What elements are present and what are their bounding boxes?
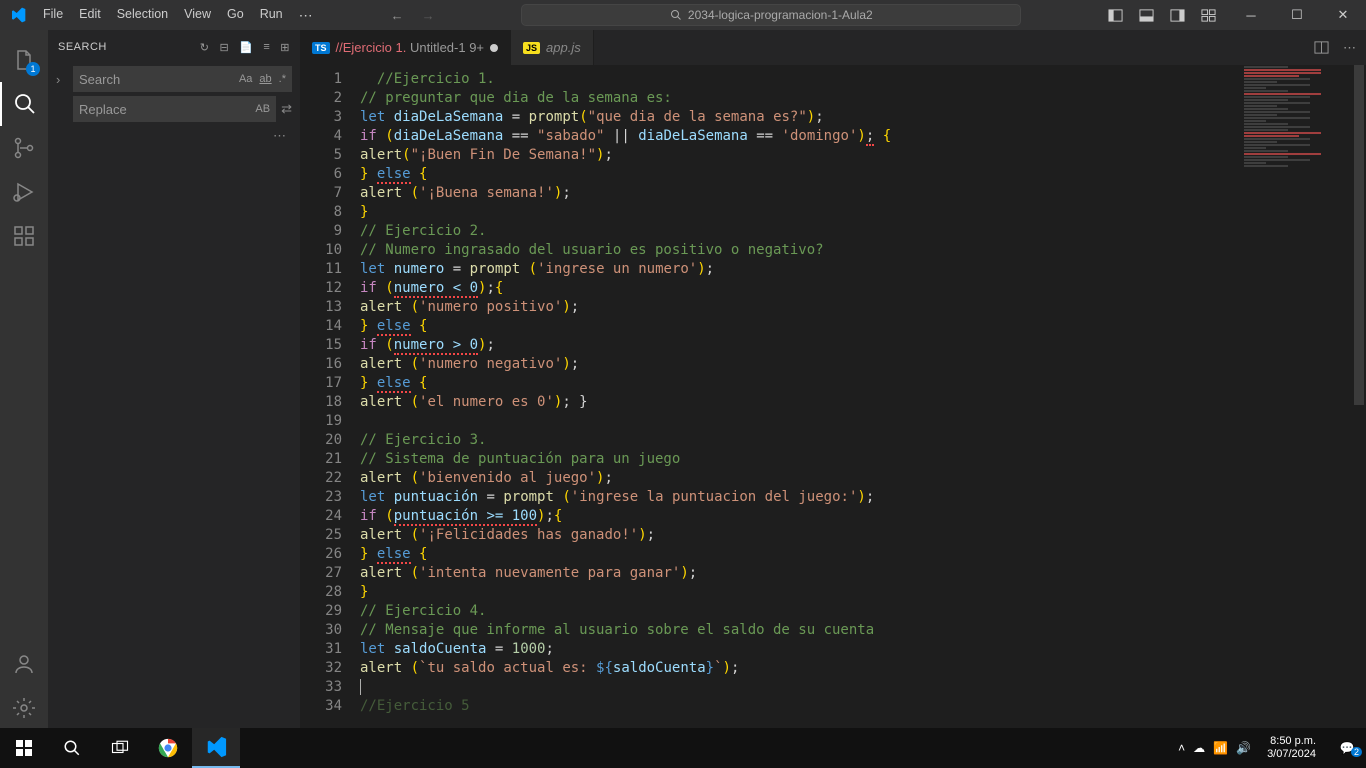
nav-forward-icon[interactable]: → [422, 8, 435, 23]
search-input[interactable]: Search Aa ab .* [73, 66, 292, 92]
close-button[interactable]: ✕ [1320, 0, 1366, 30]
start-button[interactable] [0, 728, 48, 768]
tab-label: app.js [546, 40, 581, 55]
nav-arrows: ← → [391, 8, 435, 23]
accounts-icon[interactable] [0, 642, 48, 686]
command-center-search[interactable]: 2034-logica-programacion-1-Aula2 [521, 4, 1021, 26]
titlebar: File Edit Selection View Go Run ⋯ ← → 20… [0, 0, 1366, 30]
search-activity-icon[interactable] [0, 82, 48, 126]
system-clock[interactable]: 8:50 p.m. 3/07/2024 [1259, 735, 1324, 761]
toggle-replace-icon[interactable]: › [56, 72, 68, 87]
source-control-icon[interactable] [0, 126, 48, 170]
menu-view[interactable]: View [176, 7, 219, 24]
run-debug-icon[interactable] [0, 170, 48, 214]
menu-bar: File Edit Selection View Go Run ⋯ [35, 7, 321, 24]
toggle-panel-right-icon[interactable] [1170, 8, 1185, 23]
match-word-icon[interactable]: ab [259, 73, 271, 85]
tab-label: //Ejercicio 1. Untitled-1 9+ [336, 40, 485, 55]
javascript-icon: JS [523, 42, 540, 54]
menu-go[interactable]: Go [219, 7, 252, 24]
maximize-button[interactable]: ☐ [1274, 0, 1320, 30]
onedrive-icon[interactable]: ☁ [1193, 741, 1205, 755]
replace-placeholder: Replace [79, 102, 127, 117]
regex-icon[interactable]: .* [279, 73, 286, 85]
taskbar-search-icon[interactable] [48, 728, 96, 768]
task-view-icon[interactable] [96, 728, 144, 768]
customize-layout-icon[interactable] [1201, 8, 1216, 23]
line-numbers: 1234567891011121314151617181920212223242… [300, 65, 360, 730]
minimize-button[interactable]: ─ [1228, 0, 1274, 30]
typescript-icon: TS [312, 42, 330, 54]
wifi-icon[interactable]: 📶 [1213, 741, 1228, 755]
search-icon [670, 9, 682, 21]
match-case-icon[interactable]: Aa [239, 73, 252, 85]
editor-more-icon[interactable]: ⋯ [1343, 40, 1356, 56]
search-placeholder: Search [79, 72, 120, 87]
modified-dot-icon [490, 44, 498, 52]
replace-all-icon[interactable]: ⇄ [281, 101, 292, 117]
vscode-logo-icon [0, 7, 35, 23]
more-options-icon[interactable]: ⋯ [48, 124, 300, 148]
refresh-icon[interactable]: ↻ [200, 41, 210, 54]
tray-expand-icon[interactable]: ˄ [1178, 741, 1185, 755]
minimap[interactable] [1242, 65, 1352, 185]
vscode-app-icon[interactable] [192, 728, 240, 768]
window-controls: ─ ☐ ✕ [1228, 0, 1366, 30]
code-content[interactable]: //Ejercicio 1.// preguntar que dia de la… [360, 65, 1366, 730]
menu-edit[interactable]: Edit [71, 7, 109, 24]
menu-selection[interactable]: Selection [109, 7, 176, 24]
split-editor-icon[interactable] [1314, 40, 1329, 55]
toggle-panel-left-icon[interactable] [1108, 8, 1123, 23]
chrome-app-icon[interactable] [144, 728, 192, 768]
sidebar-title: SEARCH [58, 41, 107, 53]
tab-ejercicio1[interactable]: TS //Ejercicio 1. Untitled-1 9+ [300, 30, 511, 65]
clear-icon[interactable]: ⊟ [219, 41, 229, 54]
volume-icon[interactable]: 🔊 [1236, 741, 1251, 755]
windows-taskbar: ˄ ☁ 📶 🔊 8:50 p.m. 3/07/2024 💬2 [0, 728, 1366, 768]
settings-gear-icon[interactable] [0, 686, 48, 730]
tabs-bar: TS //Ejercicio 1. Untitled-1 9+ JS app.j… [300, 30, 1366, 65]
menu-file[interactable]: File [35, 7, 71, 24]
search-sidebar: SEARCH ↻ ⊟ 📄 ≡ ⊞ › Search Aa ab .* [48, 30, 300, 730]
code-editor[interactable]: 1234567891011121314151617181920212223242… [300, 65, 1366, 730]
activity-bar [0, 30, 48, 730]
collapse-icon[interactable]: ⊞ [280, 41, 290, 54]
replace-input[interactable]: Replace AB [73, 96, 276, 122]
command-center-text: 2034-logica-programacion-1-Aula2 [688, 8, 873, 22]
extensions-icon[interactable] [0, 214, 48, 258]
toggle-panel-bottom-icon[interactable] [1139, 8, 1154, 23]
preserve-case-icon[interactable]: AB [255, 103, 270, 115]
vertical-scrollbar[interactable] [1352, 65, 1366, 730]
menu-overflow-icon[interactable]: ⋯ [291, 7, 321, 24]
tab-appjs[interactable]: JS app.js [511, 30, 594, 65]
editor-area: TS //Ejercicio 1. Untitled-1 9+ JS app.j… [300, 30, 1366, 730]
menu-run[interactable]: Run [252, 7, 291, 24]
layout-controls [1108, 8, 1216, 23]
new-file-icon[interactable]: 📄 [239, 41, 253, 54]
action-center-icon[interactable]: 💬2 [1332, 741, 1362, 755]
nav-back-icon[interactable]: ← [391, 8, 404, 23]
expand-icon[interactable]: ≡ [263, 41, 270, 54]
explorer-icon[interactable] [0, 38, 48, 82]
